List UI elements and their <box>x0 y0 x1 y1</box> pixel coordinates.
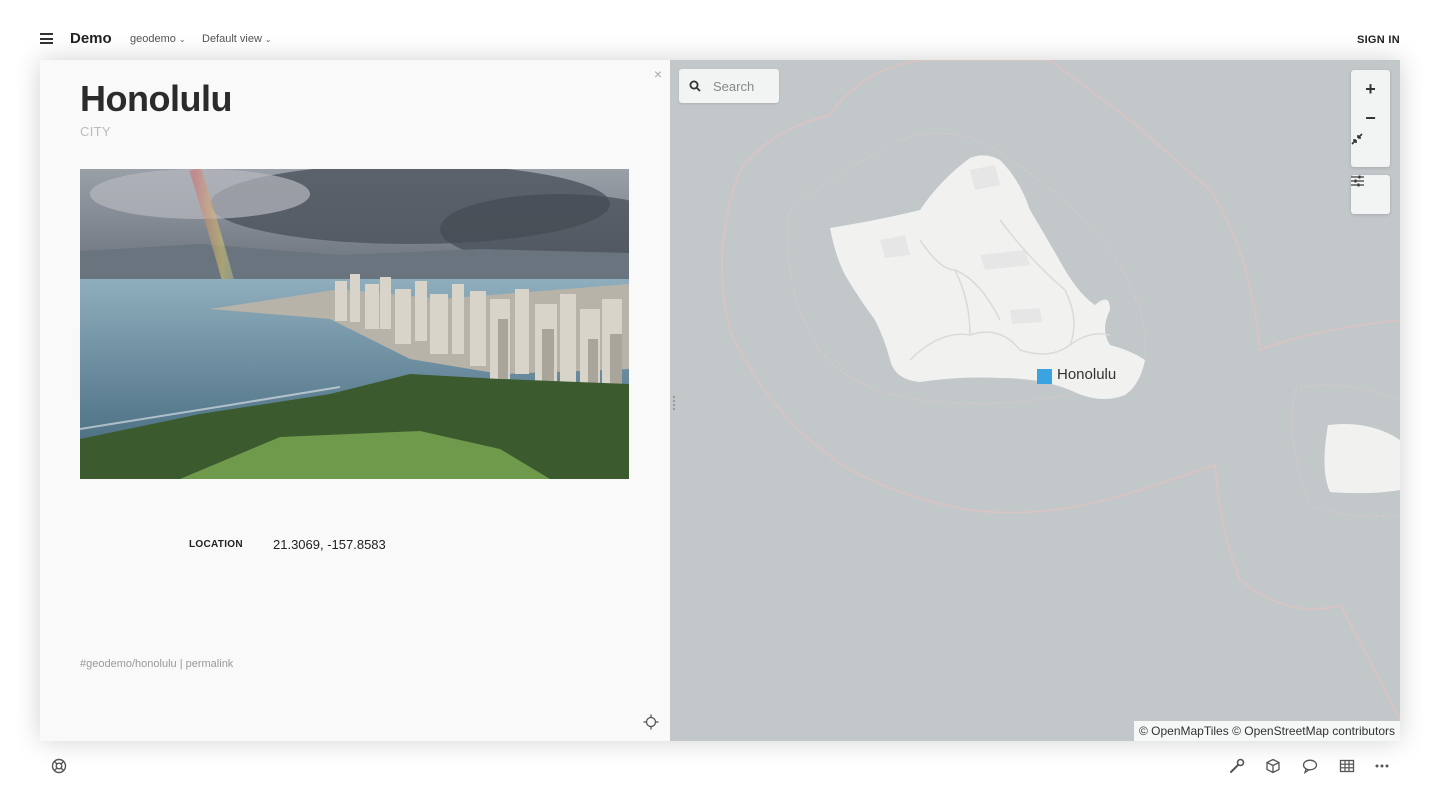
table-icon[interactable] <box>1339 758 1355 774</box>
chevron-down-icon: ⌄ <box>178 35 186 44</box>
space-selector-label: geodemo <box>130 33 176 45</box>
view-selector-label: Default view <box>202 33 262 45</box>
record-hash-link[interactable]: #geodemo/honolulu <box>80 658 177 670</box>
permalink-link[interactable]: permalink <box>186 658 234 670</box>
close-button[interactable]: × <box>654 66 662 82</box>
panel-resize-handle[interactable] <box>670 60 678 741</box>
map-search[interactable] <box>679 69 779 103</box>
city-marker[interactable] <box>1037 369 1052 384</box>
fit-bounds-button[interactable] <box>1351 133 1390 162</box>
zoom-in-button[interactable]: + <box>1351 75 1390 104</box>
map-settings-button[interactable] <box>1351 175 1390 214</box>
map-canvas[interactable] <box>670 60 1400 741</box>
zoom-controls: + − <box>1351 70 1390 167</box>
drag-handle-icon <box>672 395 676 411</box>
record-footer: #geodemo/honolulu | permalink <box>80 658 233 670</box>
zoom-out-button[interactable]: − <box>1351 104 1390 133</box>
bottom-bar <box>0 741 1440 801</box>
location-label: LOCATION <box>189 539 243 550</box>
detail-panel: × Honolulu CITY LOCATION 21.3069, -157.8… <box>40 60 670 741</box>
marker-label[interactable]: Honolulu <box>1057 366 1116 383</box>
map-view[interactable]: Honolulu + − <box>670 60 1400 741</box>
top-bar: Demo geodemo ⌄ Default view ⌄ SIGN IN <box>0 0 1440 60</box>
footer-separator: | <box>176 658 186 670</box>
city-photo <box>80 169 629 479</box>
map-attribution[interactable]: © OpenMapTiles © OpenStreetMap contribut… <box>1133 721 1400 741</box>
view-selector[interactable]: Default view ⌄ <box>202 33 272 45</box>
wrench-icon[interactable] <box>1229 758 1245 774</box>
chevron-down-icon: ⌄ <box>264 35 272 44</box>
cube-icon[interactable] <box>1265 758 1281 774</box>
space-selector[interactable]: geodemo ⌄ <box>130 33 186 45</box>
main-frame: × Honolulu CITY LOCATION 21.3069, -157.8… <box>40 60 1400 741</box>
comment-icon[interactable] <box>1302 758 1318 775</box>
help-icon[interactable] <box>51 758 67 774</box>
sign-in-button[interactable]: SIGN IN <box>1357 34 1400 46</box>
page-title: Honolulu <box>80 78 232 119</box>
app-title[interactable]: Demo <box>70 30 112 47</box>
record-type: CITY <box>80 124 111 139</box>
move-icon[interactable] <box>643 714 659 730</box>
city-photo-image <box>80 169 629 479</box>
more-icon[interactable] <box>1374 758 1390 774</box>
compress-icon <box>1351 133 1363 145</box>
search-icon <box>689 80 701 92</box>
hamburger-menu-icon[interactable] <box>40 33 53 44</box>
sliders-icon <box>1351 175 1364 187</box>
search-input[interactable] <box>713 77 775 95</box>
location-value: 21.3069, -157.8583 <box>273 537 386 552</box>
